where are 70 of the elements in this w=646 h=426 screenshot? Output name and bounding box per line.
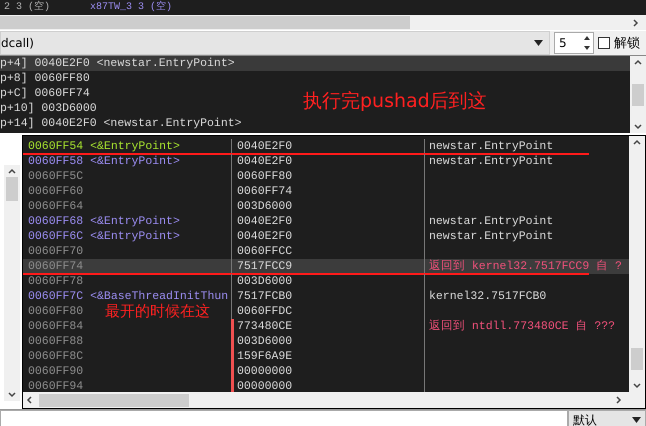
stack-address: 0060FF58 [28,155,84,168]
stack-comment: 返回到 ntdll.773480CE 自 ??? [429,320,616,333]
stack-address: 0060FF80 [28,305,84,318]
stack-value: 0040E2F0 [237,215,292,228]
stack-value: 0060FFDC [237,305,292,318]
stack-comment: newstar.EntryPoint [429,140,554,153]
stack-label: <&BaseThreadInitThun [90,290,228,303]
stack-address: 0060FF6C [28,230,84,243]
stack-value: 773480CE [237,320,292,333]
stack-comment: newstar.EntryPoint [429,230,554,243]
stack-value: 0060FF74 [237,185,292,198]
stack-label: <&EntryPoint> [90,230,180,243]
scrollbar-thumb[interactable] [632,84,644,106]
stack-label: <&EntryPoint> [90,140,180,153]
stack-address: 0060FF60 [28,185,84,198]
stack-value: 0060FF80 [237,170,292,183]
stack-address: 0060FF8C [28,350,84,363]
stack-comment: newstar.EntryPoint [429,215,554,228]
unlock-checkbox[interactable] [598,37,610,49]
stack-comment: newstar.EntryPoint [429,155,554,168]
argument-count-spinner[interactable]: 5 [554,32,594,54]
stack-value: 0040E2F0 [237,155,292,168]
stack-comment: kernel32.7517FCB0 [429,290,546,303]
stack-address: 0060FF5C [28,170,84,183]
stack-address: 0060FF64 [28,200,84,213]
stack-address: 0060FF7C [28,290,84,303]
stack-label: <&EntryPoint> [90,215,180,228]
argument-row[interactable]: p+10] 003D6000 [0,101,97,116]
scrollbar-thumb[interactable] [39,394,189,406]
annotation-text: 执行完pushad后到这 [303,89,487,114]
stack-address: 0060FF88 [28,335,84,348]
stack-address: 0060FF74 [28,260,84,273]
stack-address: 0060FF78 [28,275,84,288]
stack-address: 0060FF70 [28,245,84,258]
argument-row[interactable]: p+4] 0040E2F0 <newstar.EntryPoint> [0,56,630,71]
scrollbar-thumb[interactable] [0,16,410,29]
stack-value: 7517FCC9 [237,260,292,273]
stack-address: 0060FF68 [28,215,84,228]
stack-value: 00000000 [237,365,292,378]
stack-address: 0060FF54 [28,140,84,153]
register-text: x87TW_3 3 (空) [90,0,172,15]
stack-comment: 返回到 kernel32.7517FCC9 自 ? [429,260,622,273]
scrollbar-thumb[interactable] [6,177,18,201]
stack-value: 7517FCB0 [237,290,292,303]
stack-value: 003D6000 [237,275,292,288]
caret-icon [632,417,641,423]
stack-address: 0060FF84 [28,320,84,333]
stack-value: 003D6000 [237,335,292,348]
stack-value: 003D6000 [237,200,292,213]
annotation-text: 最开的时候在这 [105,302,210,320]
unlock-label: 解锁 [614,35,640,52]
stack-value: 0040E2F0 [237,140,292,153]
stack-value: 0040E2F0 [237,230,292,243]
register-text: 2 3 (空) [4,0,50,15]
stack-value: 159F6A9E [237,350,292,363]
stack-row[interactable]: 0060FF54 <&EntryPoint> 0040E2F0 newstar.EntryPoint [23,139,629,154]
stack-label: <&EntryPoint> [90,155,180,168]
calling-convention-dropdown[interactable]: dcall) [0,31,550,55]
mode-dropdown[interactable]: 默认 [568,410,646,426]
stack-address: 0060FF94 [28,380,84,392]
argument-row[interactable]: p+14] 0040E2F0 <newstar.EntryPoint> [0,116,242,131]
argument-row[interactable]: p+8] 0060FF80 [0,71,90,86]
argument-row[interactable]: p+C] 0060FF74 [0,86,90,101]
scrollbar-thumb[interactable] [631,348,643,370]
stack-value: 00000000 [237,380,292,392]
caret-icon [534,40,543,46]
stack-address: 0060FF90 [28,365,84,378]
stack-row[interactable]: 0060FF74 7517FCC9 返回到 kernel32.7517FCC9 自 ? [23,259,629,274]
stack-value: 0060FFCC [237,245,292,258]
command-input[interactable] [0,410,568,426]
